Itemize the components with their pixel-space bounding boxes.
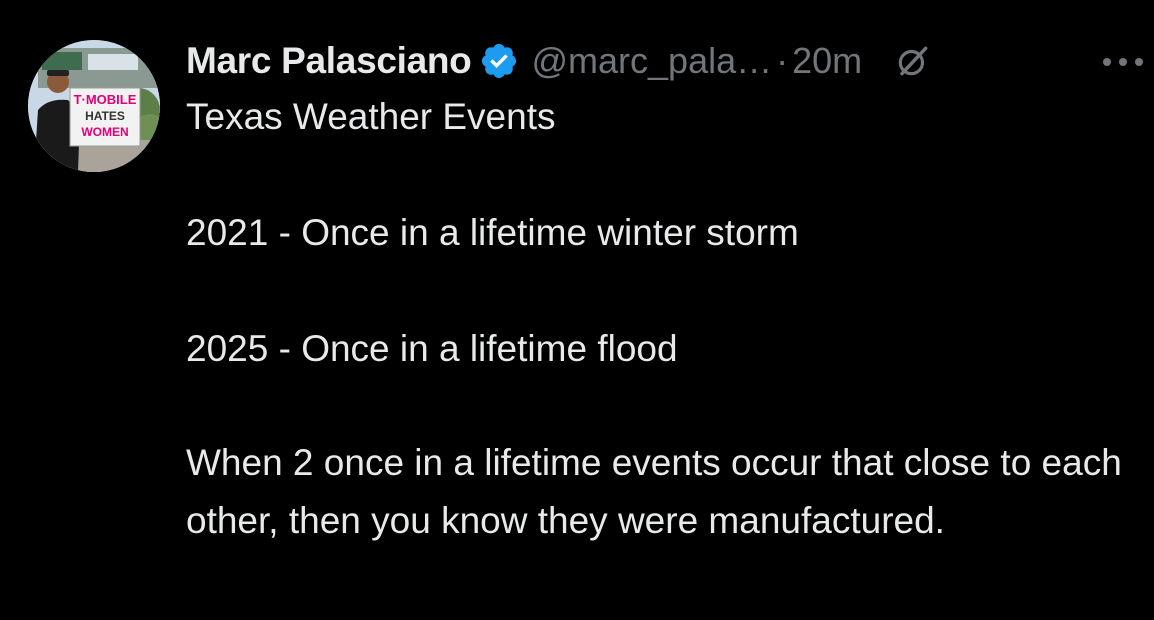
more-options-icon[interactable] bbox=[1100, 52, 1146, 72]
tweet-line-flood: 2025 - Once in a lifetime flood bbox=[186, 328, 678, 369]
verified-badge-icon[interactable] bbox=[479, 41, 519, 81]
tweet-line-winter-storm: 2021 - Once in a lifetime winter storm bbox=[186, 212, 799, 253]
tweet-content: Marc Palasciano @marc_pala… · 20m Texas … bbox=[186, 38, 1154, 550]
avatar-sign-line-3: WOMEN bbox=[81, 125, 128, 139]
avatar[interactable]: T·MOBILE HATES WOMEN bbox=[28, 40, 160, 172]
tweet-title-line: Texas Weather Events bbox=[186, 96, 556, 137]
display-name[interactable]: Marc Palasciano bbox=[186, 40, 472, 82]
separator-dot: · bbox=[776, 40, 789, 81]
avatar-sign-line-2: HATES bbox=[85, 109, 125, 123]
tweet-header: Marc Palasciano @marc_pala… · 20m bbox=[186, 38, 1154, 84]
tweet[interactable]: T·MOBILE HATES WOMEN Marc Palasciano @ma… bbox=[0, 0, 1154, 620]
timestamp[interactable]: 20m bbox=[792, 40, 862, 82]
grok-icon[interactable] bbox=[894, 42, 932, 80]
avatar-photo: T·MOBILE HATES WOMEN bbox=[28, 40, 160, 172]
tweet-line-conclusion: When 2 once in a lifetime events occur t… bbox=[186, 442, 1122, 541]
avatar-sign-line-1: T·MOBILE bbox=[74, 92, 137, 107]
author-handle[interactable]: @marc_pala… bbox=[531, 40, 772, 82]
